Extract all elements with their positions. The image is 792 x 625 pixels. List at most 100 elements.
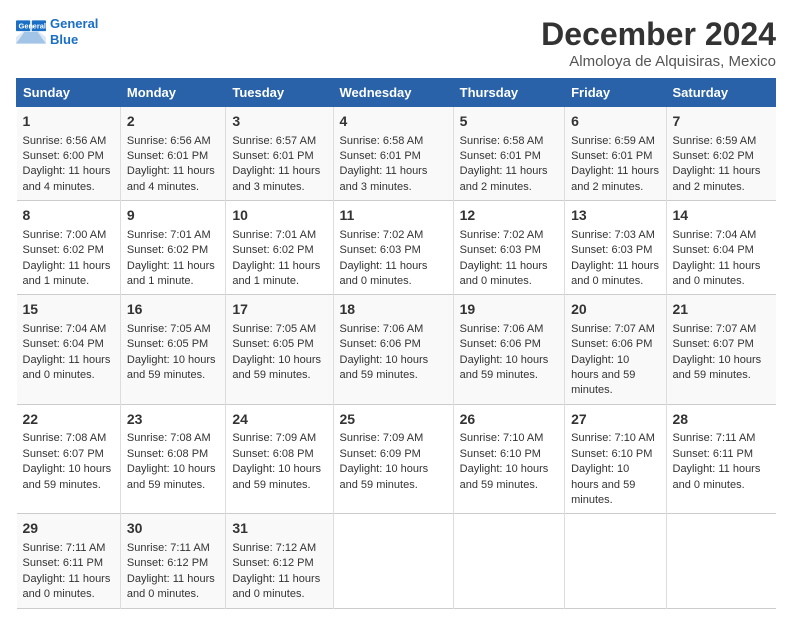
daylight-text: Daylight: 11 hours and 0 minutes. [340, 260, 428, 287]
day-number: 1 [23, 112, 114, 132]
daylight-text: Daylight: 11 hours and 2 minutes. [460, 165, 548, 192]
calendar-week-row: 1 Sunrise: 6:56 AM Sunset: 6:00 PM Dayli… [17, 107, 776, 201]
daylight-text: Daylight: 10 hours and 59 minutes. [571, 463, 635, 506]
sunset-text: Sunset: 6:02 PM [23, 244, 104, 256]
daylight-text: Daylight: 11 hours and 0 minutes. [673, 260, 761, 287]
calendar-cell: 18 Sunrise: 7:06 AM Sunset: 6:06 PM Dayl… [333, 295, 453, 405]
col-friday: Friday [565, 79, 666, 107]
sunset-text: Sunset: 6:07 PM [23, 448, 104, 460]
day-number: 2 [127, 112, 219, 132]
col-wednesday: Wednesday [333, 79, 453, 107]
day-number: 5 [460, 112, 558, 132]
sunset-text: Sunset: 6:10 PM [571, 448, 652, 460]
day-number: 20 [571, 300, 659, 320]
calendar-week-row: 15 Sunrise: 7:04 AM Sunset: 6:04 PM Dayl… [17, 295, 776, 405]
day-number: 18 [340, 300, 447, 320]
sunset-text: Sunset: 6:03 PM [340, 244, 421, 256]
daylight-text: Daylight: 10 hours and 59 minutes. [232, 354, 321, 381]
sunrise-text: Sunrise: 7:09 AM [340, 432, 424, 444]
page-header: Gen eral General Blue December 2024 Almo… [16, 16, 776, 70]
day-number: 24 [232, 410, 326, 430]
day-number: 21 [673, 300, 770, 320]
day-number: 15 [23, 300, 114, 320]
sunrise-text: Sunrise: 7:00 AM [23, 229, 107, 241]
calendar-cell [453, 514, 564, 608]
day-number: 31 [232, 519, 326, 539]
sunset-text: Sunset: 6:00 PM [23, 150, 104, 162]
sunset-text: Sunset: 6:09 PM [340, 448, 421, 460]
day-number: 17 [232, 300, 326, 320]
logo-text: General Blue [50, 16, 98, 47]
title-area: December 2024 Almoloya de Alquisiras, Me… [541, 16, 776, 70]
logo: Gen eral General Blue [16, 16, 98, 47]
sunrise-text: Sunrise: 7:12 AM [232, 542, 316, 554]
calendar-cell: 15 Sunrise: 7:04 AM Sunset: 6:04 PM Dayl… [17, 295, 121, 405]
sunset-text: Sunset: 6:01 PM [127, 150, 208, 162]
day-number: 22 [23, 410, 114, 430]
sunrise-text: Sunrise: 7:02 AM [340, 229, 424, 241]
calendar-cell: 9 Sunrise: 7:01 AM Sunset: 6:02 PM Dayli… [120, 201, 225, 295]
day-number: 11 [340, 206, 447, 226]
col-saturday: Saturday [666, 79, 776, 107]
calendar-cell: 4 Sunrise: 6:58 AM Sunset: 6:01 PM Dayli… [333, 107, 453, 201]
calendar-week-row: 8 Sunrise: 7:00 AM Sunset: 6:02 PM Dayli… [17, 201, 776, 295]
col-sunday: Sunday [17, 79, 121, 107]
sunset-text: Sunset: 6:01 PM [340, 150, 421, 162]
sunrise-text: Sunrise: 7:01 AM [232, 229, 316, 241]
calendar-cell: 10 Sunrise: 7:01 AM Sunset: 6:02 PM Dayl… [226, 201, 333, 295]
sunset-text: Sunset: 6:01 PM [460, 150, 541, 162]
daylight-text: Daylight: 11 hours and 4 minutes. [23, 165, 111, 192]
calendar-cell: 29 Sunrise: 7:11 AM Sunset: 6:11 PM Dayl… [17, 514, 121, 608]
calendar-cell: 8 Sunrise: 7:00 AM Sunset: 6:02 PM Dayli… [17, 201, 121, 295]
sunset-text: Sunset: 6:01 PM [571, 150, 652, 162]
sunrise-text: Sunrise: 7:07 AM [571, 323, 655, 335]
day-number: 25 [340, 410, 447, 430]
daylight-text: Daylight: 11 hours and 0 minutes. [23, 354, 111, 381]
sunset-text: Sunset: 6:06 PM [340, 338, 421, 350]
calendar-cell: 1 Sunrise: 6:56 AM Sunset: 6:00 PM Dayli… [17, 107, 121, 201]
sunset-text: Sunset: 6:02 PM [232, 244, 313, 256]
calendar-cell: 24 Sunrise: 7:09 AM Sunset: 6:08 PM Dayl… [226, 404, 333, 514]
calendar-week-row: 22 Sunrise: 7:08 AM Sunset: 6:07 PM Dayl… [17, 404, 776, 514]
calendar-cell: 30 Sunrise: 7:11 AM Sunset: 6:12 PM Dayl… [120, 514, 225, 608]
sunset-text: Sunset: 6:05 PM [127, 338, 208, 350]
daylight-text: Daylight: 11 hours and 2 minutes. [571, 165, 659, 192]
daylight-text: Daylight: 10 hours and 59 minutes. [460, 463, 549, 490]
sunrise-text: Sunrise: 6:56 AM [127, 135, 211, 147]
day-number: 27 [571, 410, 659, 430]
calendar-cell: 20 Sunrise: 7:07 AM Sunset: 6:06 PM Dayl… [565, 295, 666, 405]
sunrise-text: Sunrise: 6:58 AM [460, 135, 544, 147]
day-number: 16 [127, 300, 219, 320]
sunrise-text: Sunrise: 7:10 AM [571, 432, 655, 444]
calendar-cell: 5 Sunrise: 6:58 AM Sunset: 6:01 PM Dayli… [453, 107, 564, 201]
day-number: 26 [460, 410, 558, 430]
day-number: 8 [23, 206, 114, 226]
calendar-cell [666, 514, 776, 608]
calendar-table: Sunday Monday Tuesday Wednesday Thursday… [16, 78, 776, 609]
daylight-text: Daylight: 11 hours and 0 minutes. [673, 463, 761, 490]
calendar-cell: 25 Sunrise: 7:09 AM Sunset: 6:09 PM Dayl… [333, 404, 453, 514]
daylight-text: Daylight: 11 hours and 0 minutes. [23, 573, 111, 600]
daylight-text: Daylight: 11 hours and 1 minute. [23, 260, 111, 287]
calendar-cell: 28 Sunrise: 7:11 AM Sunset: 6:11 PM Dayl… [666, 404, 776, 514]
daylight-text: Daylight: 11 hours and 1 minute. [232, 260, 320, 287]
svg-text:Gen: Gen [19, 21, 34, 30]
sunrise-text: Sunrise: 6:57 AM [232, 135, 316, 147]
daylight-text: Daylight: 11 hours and 4 minutes. [127, 165, 215, 192]
sunset-text: Sunset: 6:01 PM [232, 150, 313, 162]
calendar-cell: 27 Sunrise: 7:10 AM Sunset: 6:10 PM Dayl… [565, 404, 666, 514]
col-monday: Monday [120, 79, 225, 107]
daylight-text: Daylight: 10 hours and 59 minutes. [571, 354, 635, 397]
day-number: 19 [460, 300, 558, 320]
sunset-text: Sunset: 6:12 PM [232, 557, 313, 569]
daylight-text: Daylight: 11 hours and 2 minutes. [673, 165, 761, 192]
logo-icon: Gen eral [16, 20, 46, 44]
day-number: 13 [571, 206, 659, 226]
calendar-cell: 11 Sunrise: 7:02 AM Sunset: 6:03 PM Dayl… [333, 201, 453, 295]
sunrise-text: Sunrise: 7:08 AM [127, 432, 211, 444]
sunrise-text: Sunrise: 6:58 AM [340, 135, 424, 147]
calendar-cell: 17 Sunrise: 7:05 AM Sunset: 6:05 PM Dayl… [226, 295, 333, 405]
sunrise-text: Sunrise: 7:11 AM [23, 542, 106, 554]
col-thursday: Thursday [453, 79, 564, 107]
sunrise-text: Sunrise: 7:05 AM [127, 323, 211, 335]
